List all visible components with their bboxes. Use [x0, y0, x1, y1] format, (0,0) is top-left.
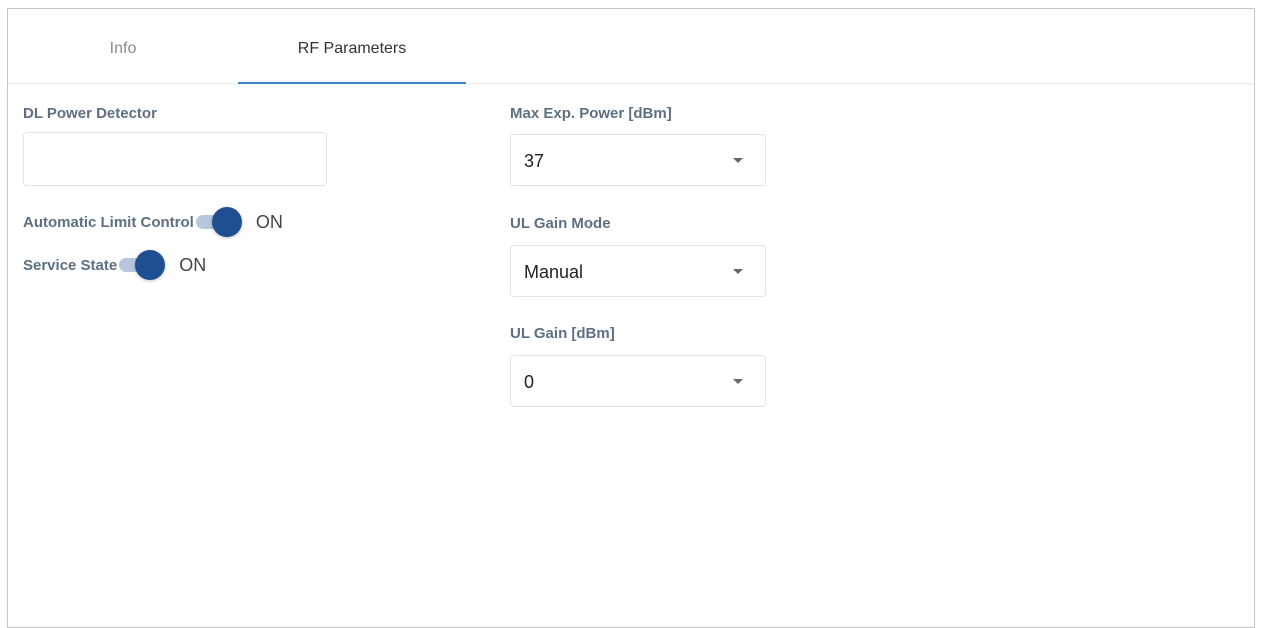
ul-gain-value: 0: [524, 372, 535, 392]
automatic-limit-control-switch[interactable]: [195, 207, 242, 237]
tab-rf-parameters[interactable]: RF Parameters: [238, 9, 466, 84]
ul-gain-label: UL Gain [dBm]: [510, 325, 615, 342]
dl-power-detector-field[interactable]: [23, 132, 327, 186]
active-tab-indicator: [238, 82, 466, 84]
caret-down-icon: [733, 269, 743, 274]
service-state-switch[interactable]: [119, 250, 166, 280]
ul-gain-mode-select[interactable]: Manual: [510, 245, 766, 297]
ul-gain-select[interactable]: 0: [510, 355, 766, 407]
caret-down-icon: [733, 158, 743, 163]
max-exp-power-value: 37: [524, 151, 545, 171]
dl-power-detector-label: DL Power Detector: [23, 105, 157, 122]
automatic-limit-control-label: Automatic Limit Control: [23, 213, 194, 231]
max-exp-power-label: Max Exp. Power [dBm]: [510, 105, 672, 122]
tab-info-label: Info: [109, 40, 137, 57]
caret-down-icon: [733, 379, 743, 384]
automatic-limit-control-state: ON: [255, 211, 283, 232]
service-state-state: ON: [179, 254, 207, 275]
service-state-row: Service State ON: [23, 250, 206, 280]
tab-rf-parameters-label: RF Parameters: [297, 40, 407, 57]
rf-parameters-panel: Info RF Parameters DL Power Detector Aut…: [7, 8, 1255, 628]
automatic-limit-control-row: Automatic Limit Control ON: [23, 207, 283, 237]
ul-gain-mode-label: UL Gain Mode: [510, 215, 611, 232]
tab-info[interactable]: Info: [8, 9, 238, 83]
switch-knob: [135, 250, 166, 280]
switch-knob: [211, 207, 242, 237]
tab-bar: Info RF Parameters: [8, 9, 1254, 84]
max-exp-power-select[interactable]: 37: [510, 134, 766, 186]
service-state-label: Service State: [23, 256, 118, 274]
ul-gain-mode-value: Manual: [524, 262, 584, 282]
